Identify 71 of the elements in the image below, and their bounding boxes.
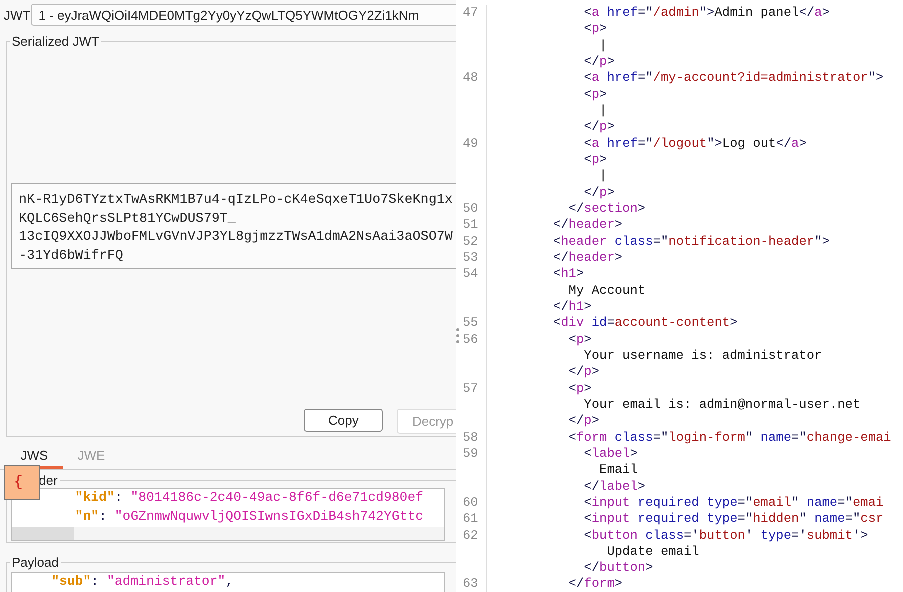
token-line: nK-R1yD6TYztxTwAsRKM1B7u4-qIzLPo-cK4eSqxeT1Uo7SkeKng1x (19, 192, 454, 210)
panel-title: Payload (11, 555, 60, 570)
code-line: | (598, 168, 608, 185)
code-line: Email (598, 462, 638, 479)
payload-json-editor[interactable]: "sub": "administrator", (11, 572, 445, 592)
line-number: 62 (463, 528, 478, 542)
line-number: 50 (463, 200, 478, 216)
code-line: Your email is: admin@normal-user.net (583, 396, 861, 414)
panel-title: der (38, 473, 59, 488)
code-line: <p> (583, 86, 608, 103)
code-line: </p> (568, 364, 600, 381)
code-line: <header class="notification-header"> (552, 234, 830, 250)
code-line: </p> (583, 54, 615, 70)
code-line: <input required type="email" name="emai (583, 494, 884, 512)
code-line: <a href="/logout">Log out</a> (583, 136, 807, 152)
line-number: 52 (463, 234, 478, 249)
code-line: </form> (568, 576, 623, 592)
line-number: 59 (463, 446, 478, 461)
line-number: 55 (463, 315, 478, 330)
code-line: <p> (568, 380, 592, 397)
code-line: Update email (606, 544, 700, 560)
code-line: | (598, 102, 608, 120)
code-line: </p> (583, 119, 615, 136)
jwt-label: JWT (4, 8, 31, 22)
code-line: <h1> (552, 266, 584, 283)
line-number: 61 (463, 511, 478, 526)
line-number: 49 (463, 136, 478, 151)
code-line: </section> (568, 200, 646, 218)
drag-handle-icon[interactable] (456, 328, 460, 344)
json-line: "n": "oGZnmwNquwvljQOISIwnsIGxDiB4sh742YGttc (74, 508, 425, 526)
horizontal-scrollbar[interactable] (12, 527, 444, 540)
token-line: 13cIQ9XXOJJWboFMLvGVnVJP3YL8gjmzzTWsA1dmA2NsAai3aOSO7W (19, 229, 454, 247)
action-button[interactable]: Copy (304, 409, 384, 432)
line-number: 63 (463, 576, 478, 592)
code-line: <p> (568, 332, 592, 348)
line-number: 60 (463, 494, 478, 510)
code-line: <p> (583, 21, 608, 38)
line-number: 48 (463, 70, 478, 86)
header-json-editor[interactable]: "kid": "8014186c-2c40-49ac-8f6f-d6e71cd980ef "n": "oGZnmwNquwvljQOISIwnsIGxDiB4sh742YGttc (11, 488, 445, 541)
token-line: KQLC6SehQrsSLPt81YCwDUS79T_ (19, 210, 237, 228)
code-line: <label> (583, 446, 638, 462)
line-number: 53 (463, 250, 478, 265)
line-number: 56 (463, 332, 478, 347)
code-line: <button class='button' type='submit'> (583, 528, 868, 544)
code-line: </label> (583, 478, 646, 495)
code-line: <input required type="hidden" name="csr (583, 511, 884, 528)
line-number: 54 (463, 266, 478, 282)
code-line: My Account (568, 282, 646, 299)
line-number: 51 (463, 217, 478, 232)
line-number: 57 (463, 380, 478, 396)
jwt-dropdown[interactable]: 1 - eyJraWQiOiI4MDE0MTg2Yy0yYzQwLTQ5YWMtOGY2Zi1kNm (30, 4, 456, 26)
code-line: </p> (583, 184, 615, 201)
code-line: <form class="login-form" name="change-emai (568, 430, 892, 446)
code-line: </header> (552, 250, 623, 266)
code-line: <a href="/my-account?id=administrator"> (583, 70, 884, 87)
code-line: <p> (583, 152, 608, 168)
line-number: 47 (463, 5, 478, 20)
panel-title: Serialized JWT (11, 34, 100, 49)
code-line: Your username is: administrator (583, 348, 822, 364)
code-line: </h1> (552, 298, 592, 316)
code-line: </p> (568, 413, 600, 430)
code-line: </header> (552, 217, 623, 234)
json-line: "kid": "8014186c-2c40-49ac-8f6f-d6e71cd980ef (74, 489, 425, 507)
code-line: <a href="/admin">Admin panel</a> (583, 5, 830, 22)
code-line: </button> (583, 560, 654, 576)
token-text-area[interactable]: nK-R1yD6TYztxTwAsRKM1B7u4-qIzLPo-cK4eSqxeT1Uo7SkeKng1x KQLC6SehQrsSLPt81YCwDUS79T_ 13cIQ9XXOJJWboFMLvGVnVJP3YL8gjmzzTWsA1dmA2NsAai3aOSO7W -31Yd6bWifrFQ (11, 183, 456, 269)
code-line: | (598, 38, 608, 54)
bracket-popup: { (4, 465, 40, 500)
token-line: -31Yd6bWifrFQ (19, 248, 124, 266)
line-number: 58 (463, 430, 478, 445)
code-line: <div id=account-content> (552, 315, 738, 332)
